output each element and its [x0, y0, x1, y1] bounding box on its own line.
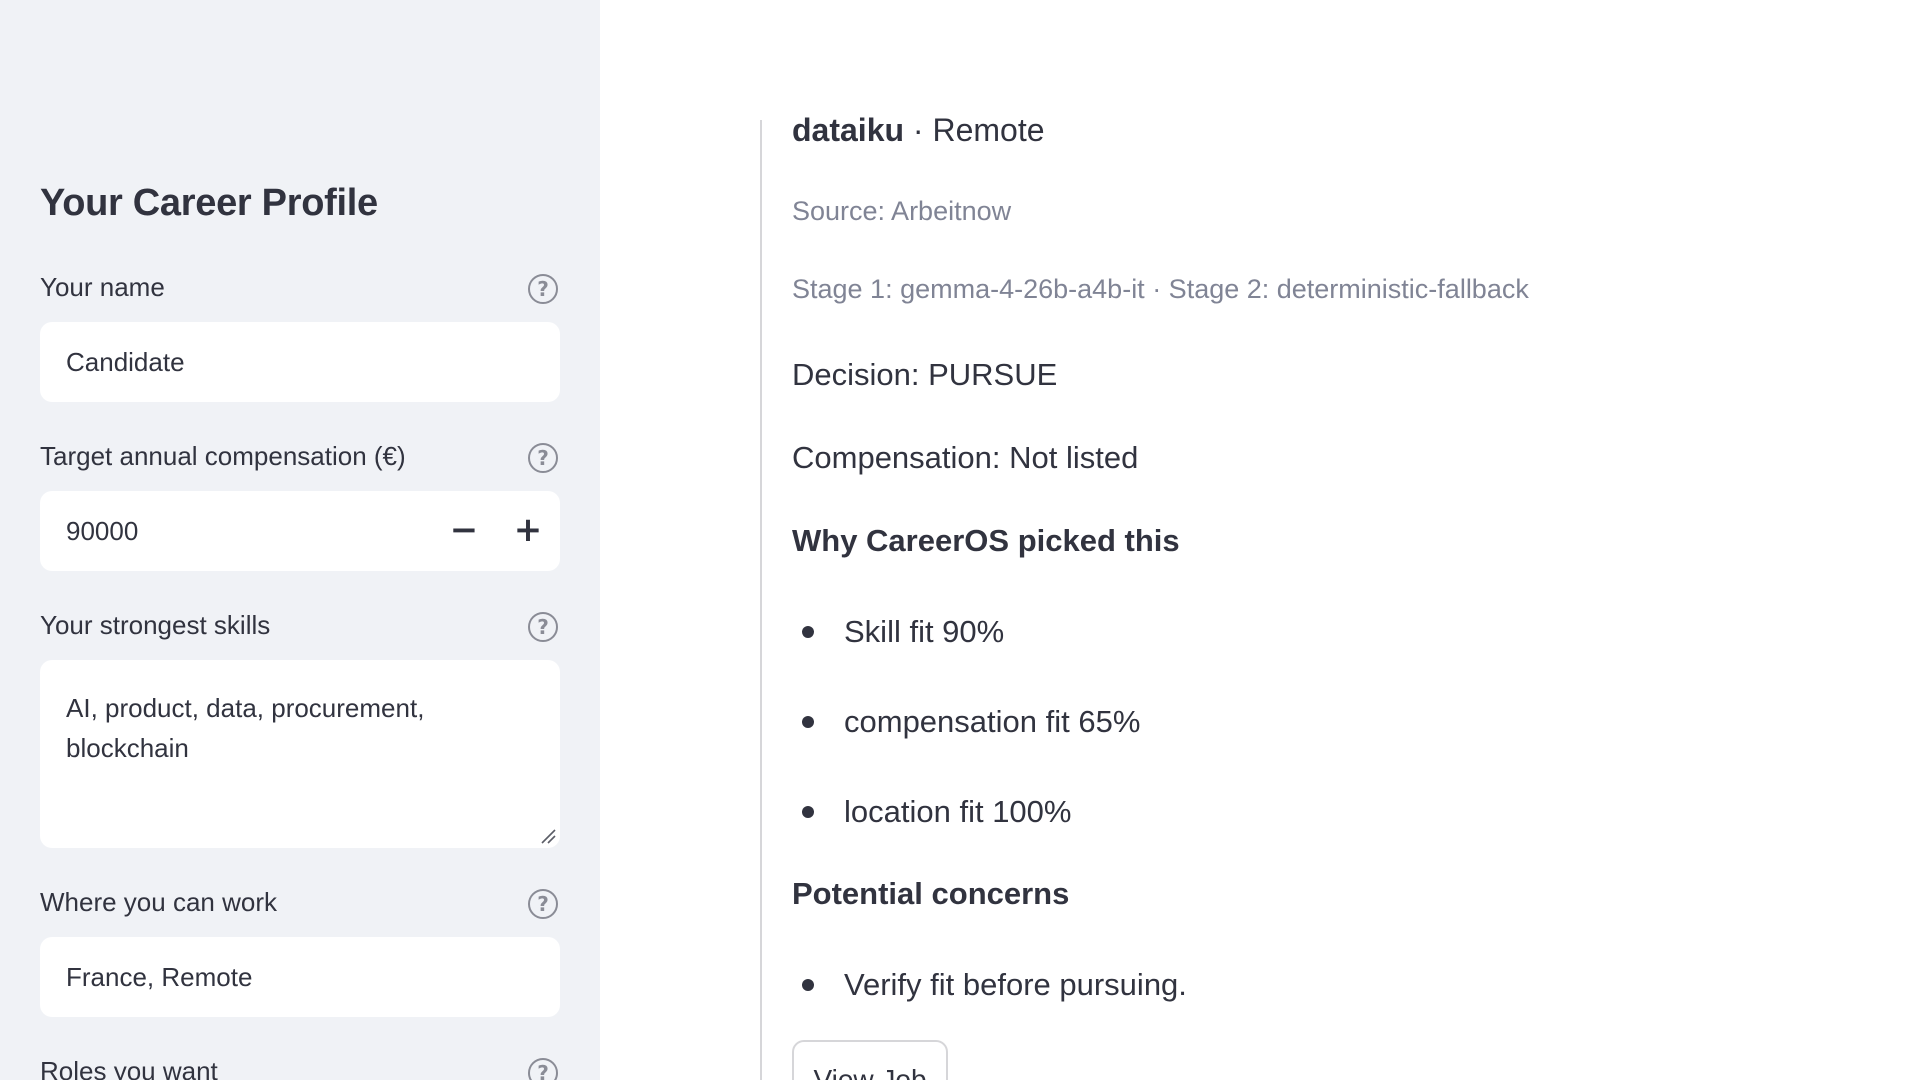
skills-label: Your strongest skills	[40, 610, 271, 640]
skills-help-icon[interactable]: ?	[528, 612, 558, 642]
job-location: · Remote	[904, 112, 1045, 148]
result-divider	[760, 120, 762, 1080]
job-compensation: Compensation: Not listed	[792, 440, 1139, 475]
compensation-label: Target annual compensation (€)	[40, 441, 406, 471]
skills-value[interactable]: AI, product, data, procurement, blockcha…	[66, 688, 466, 768]
name-help-icon[interactable]: ?	[528, 274, 558, 304]
job-stages: Stage 1: gemma-4-26b-a4b-it · Stage 2: d…	[792, 274, 1529, 304]
sidebar-title: Your Career Profile	[40, 182, 378, 224]
list-item: location fit 100%	[792, 794, 1071, 830]
bullet-dot	[802, 979, 814, 991]
bullet-dot	[802, 806, 814, 818]
why-item: Skill fit 90%	[844, 614, 1005, 649]
increment-button[interactable]: +	[508, 510, 548, 550]
why-item: location fit 100%	[844, 794, 1072, 829]
why-item: compensation fit 65%	[844, 704, 1141, 739]
company-name: dataiku	[792, 112, 905, 148]
sidebar: Your Career Profile Your name ? Candidat…	[0, 0, 600, 1080]
skills-textarea[interactable]: AI, product, data, procurement, blockcha…	[40, 660, 560, 848]
name-label: Your name	[40, 272, 165, 302]
app-root: Your Career Profile Your name ? Candidat…	[0, 0, 1920, 1080]
roles-label: Roles you want	[40, 1056, 218, 1080]
decrement-button[interactable]: −	[444, 510, 484, 550]
location-help-icon[interactable]: ?	[528, 889, 558, 919]
bullet-dot	[802, 716, 814, 728]
why-heading: Why CareerOS picked this	[792, 523, 1180, 558]
bullet-dot	[802, 626, 814, 638]
concern-item: Verify fit before pursuing.	[844, 967, 1187, 1002]
job-source: Source: Arbeitnow	[792, 196, 1012, 226]
roles-help-icon[interactable]: ?	[528, 1058, 558, 1080]
list-item: compensation fit 65%	[792, 704, 1140, 740]
list-item: Skill fit 90%	[792, 614, 1004, 650]
name-input[interactable]: Candidate	[40, 322, 560, 402]
list-item: Verify fit before pursuing.	[792, 967, 1187, 1003]
resize-grip-icon[interactable]	[540, 828, 556, 844]
job-decision: Decision: PURSUE	[792, 357, 1058, 392]
concerns-heading: Potential concerns	[792, 876, 1070, 911]
compensation-value[interactable]: 90000	[66, 516, 138, 547]
job-header: dataiku · Remote	[792, 112, 1045, 149]
view-job-button[interactable]: View Job	[792, 1040, 948, 1080]
location-label: Where you can work	[40, 887, 277, 917]
location-input[interactable]: France, Remote	[40, 937, 560, 1017]
compensation-help-icon[interactable]: ?	[528, 443, 558, 473]
